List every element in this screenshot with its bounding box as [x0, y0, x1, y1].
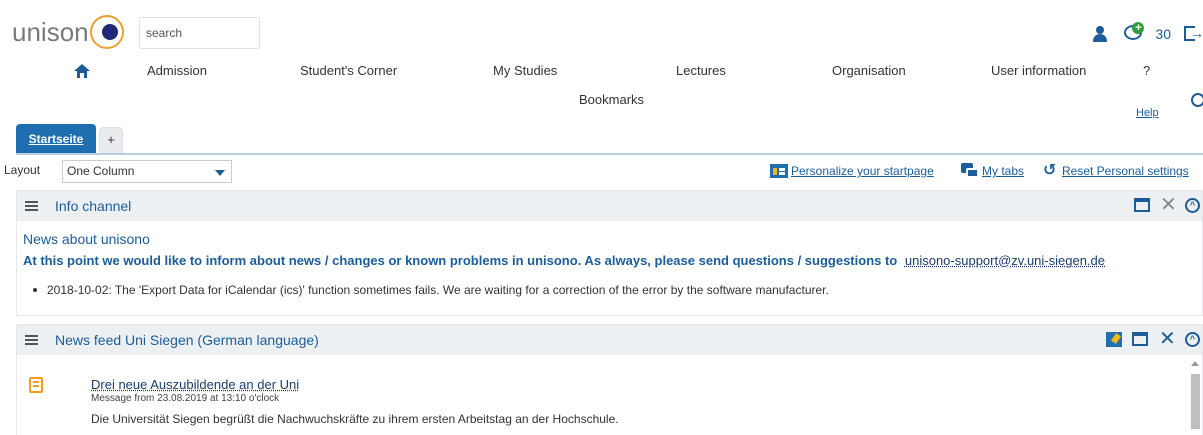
search-input[interactable] — [139, 17, 260, 49]
news-title: News about unisono — [23, 231, 150, 247]
menu-icon[interactable] — [25, 335, 38, 345]
list-item: 2018-10-02: The 'Export Data for iCalend… — [33, 283, 829, 297]
nav-item-bookmarks[interactable]: Bookmarks — [579, 90, 644, 110]
nav-item-user-information[interactable]: User information — [991, 60, 1086, 82]
info-channel-header: Info channel ✕ ^ — [17, 191, 1202, 221]
feed-text: Die Universität Siegen begrüßt die Nachw… — [91, 412, 619, 426]
layout-bar: Layout One Column Personalize your start… — [0, 160, 1203, 184]
my-tabs-link[interactable]: My tabs — [982, 162, 1024, 180]
message-count[interactable]: 30 — [1155, 26, 1171, 42]
reset-settings-link[interactable]: Reset Personal settings — [1062, 162, 1189, 180]
feed-headline-link[interactable]: Drei neue Auszubildende an der Uni — [91, 377, 299, 393]
header: unison + 30 → Admission Student's Corner… — [0, 0, 1203, 120]
support-email-link[interactable]: unisono-support@zv.uni-siegen.de — [905, 253, 1105, 268]
chevron-down-icon — [215, 170, 225, 176]
logo-text: unison — [12, 16, 89, 47]
news-intro-text: At this point we would like to inform ab… — [23, 253, 898, 268]
scroll-up-icon[interactable] — [1191, 361, 1199, 366]
home-icon[interactable] — [74, 64, 90, 78]
nav-item-help-menu[interactable]: ? — [1143, 60, 1150, 82]
close-icon[interactable]: ✕ — [1159, 329, 1176, 349]
main-navigation: Admission Student's Corner My Studies Le… — [0, 60, 1203, 84]
collapse-header-icon[interactable] — [1191, 93, 1203, 107]
layout-select[interactable]: One Column — [62, 160, 232, 183]
my-tabs-icon[interactable] — [961, 163, 979, 178]
tab-startseite[interactable]: Startseite — [16, 124, 96, 154]
nav-item-organisation[interactable]: Organisation — [832, 60, 906, 82]
nav-item-my-studies[interactable]: My Studies — [493, 60, 557, 82]
feed-date: Message from 23.08.2019 at 13:10 o'clock — [91, 393, 280, 404]
menu-icon[interactable] — [25, 201, 38, 211]
add-tab-button[interactable]: + — [99, 127, 123, 154]
personalize-icon[interactable] — [770, 164, 788, 178]
close-icon[interactable]: ✕ — [1160, 195, 1177, 215]
user-profile-icon[interactable] — [1091, 25, 1109, 43]
help-link[interactable]: Help — [1136, 104, 1159, 122]
info-channel-portlet: Info channel ✕ ^ News about unisono At t… — [16, 190, 1203, 316]
collapse-icon[interactable]: ^ — [1185, 198, 1200, 213]
news-feed-portlet: News feed Uni Siegen (German language) ✕… — [16, 324, 1203, 435]
nav-item-students-corner[interactable]: Student's Corner — [300, 60, 397, 82]
layout-selected-value: One Column — [67, 164, 135, 178]
scroll-thumb[interactable] — [1191, 374, 1200, 429]
maximize-icon[interactable] — [1134, 198, 1150, 212]
news-feed-header: News feed Uni Siegen (German language) ✕… — [17, 325, 1202, 355]
logo-ring-icon — [89, 15, 124, 49]
info-channel-title: Info channel — [55, 198, 132, 214]
nav-item-lectures[interactable]: Lectures — [676, 60, 726, 82]
reset-icon[interactable]: ↺ — [1043, 162, 1056, 180]
logout-icon[interactable]: → — [1183, 25, 1203, 43]
news-feed-title: News feed Uni Siegen (German language) — [55, 332, 319, 348]
tab-divider — [16, 153, 1203, 155]
unisono-logo[interactable]: unison — [12, 14, 124, 50]
article-icon — [29, 377, 43, 393]
edit-icon[interactable] — [1106, 332, 1122, 347]
news-intro: At this point we would like to inform ab… — [23, 252, 1105, 270]
layout-label: Layout — [4, 163, 41, 177]
collapse-icon[interactable]: ^ — [1185, 332, 1200, 347]
nav-item-admission[interactable]: Admission — [147, 60, 207, 82]
personalize-startpage-link[interactable]: Personalize your startpage — [791, 162, 934, 180]
new-message-icon[interactable]: + — [1123, 22, 1145, 45]
maximize-icon[interactable] — [1132, 332, 1148, 346]
scrollbar[interactable] — [1188, 359, 1202, 435]
user-tools: + 30 → — [1091, 22, 1203, 46]
